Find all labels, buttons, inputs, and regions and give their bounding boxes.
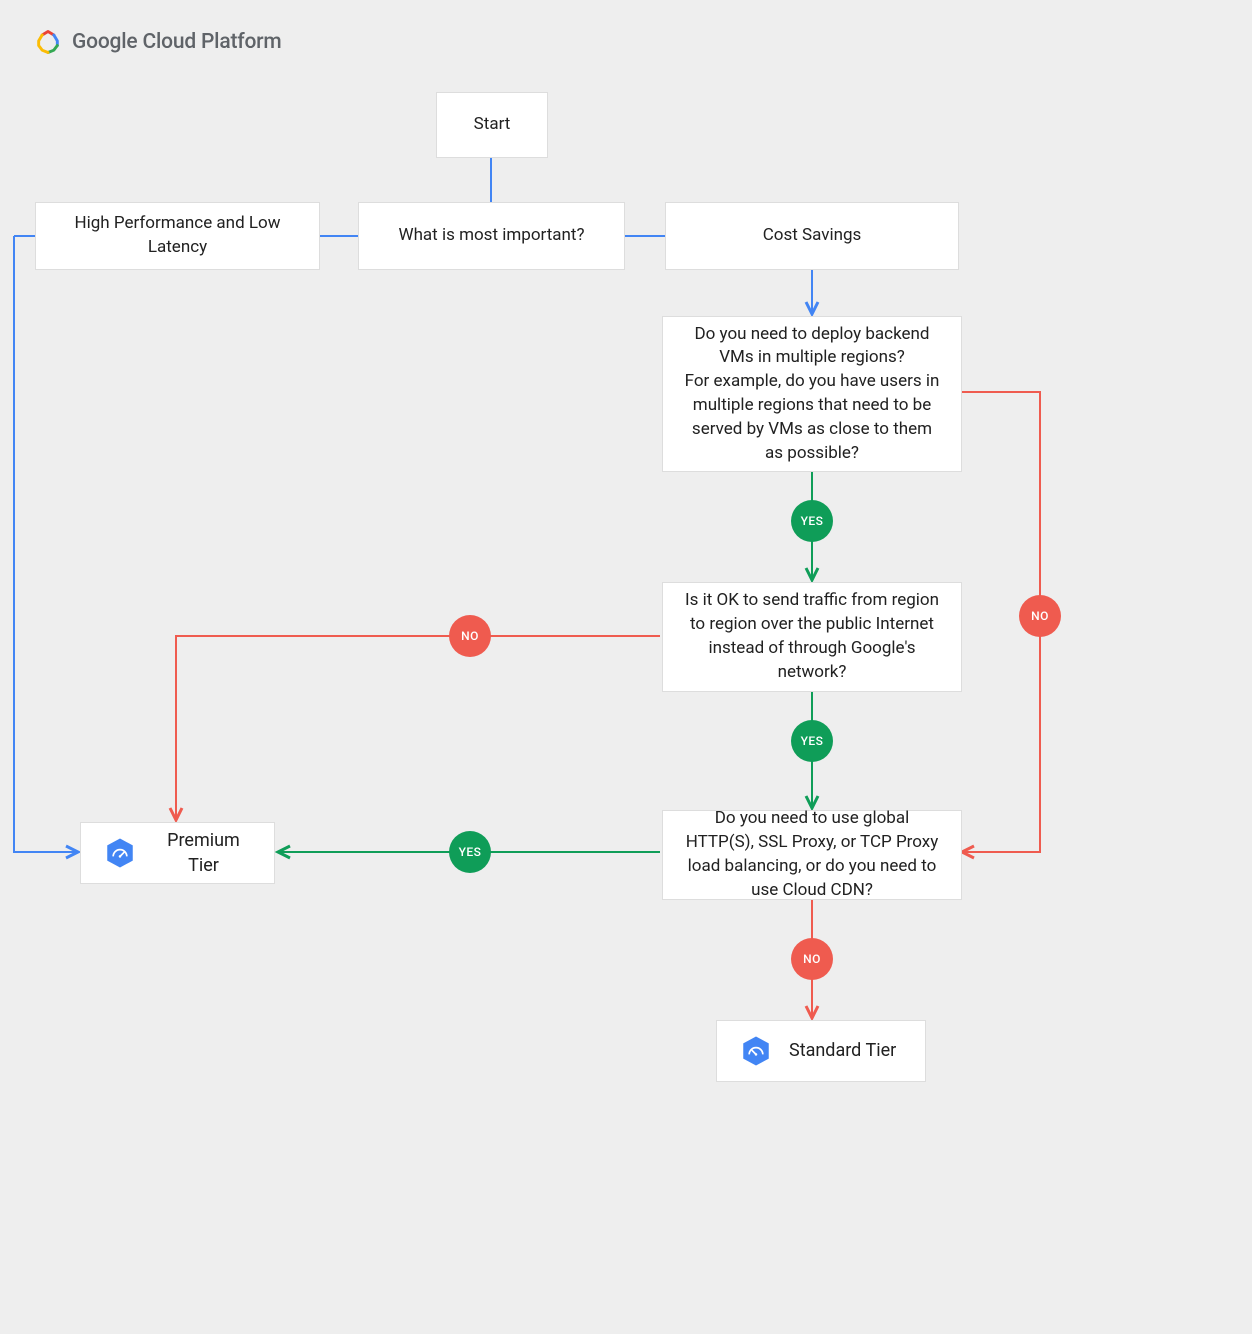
node-multi-region-label: Do you need to deploy backend VMs in mul…: [683, 323, 941, 466]
gcp-logo-icon: [34, 28, 62, 56]
node-standard-tier-label: Standard Tier: [789, 1038, 896, 1063]
brand-text: Google Cloud Platform: [72, 30, 281, 54]
node-standard-tier: Standard Tier: [716, 1020, 926, 1082]
node-question: What is most important?: [358, 202, 625, 270]
premium-tier-icon: [103, 836, 137, 870]
node-public-internet-question: Is it OK to send traffic from region to …: [662, 582, 962, 692]
node-multi-region-question: Do you need to deploy backend VMs in mul…: [662, 316, 962, 472]
badge-no-lb: NO: [791, 938, 833, 980]
node-high-performance: High Performance and Low Latency: [35, 202, 320, 270]
badge-no-regions: NO: [1019, 595, 1061, 637]
badge-no-public: NO: [449, 615, 491, 657]
node-global-lb-label: Do you need to use global HTTP(S), SSL P…: [683, 807, 941, 902]
node-public-internet-label: Is it OK to send traffic from region to …: [683, 589, 941, 684]
node-question-label: What is most important?: [398, 224, 584, 248]
node-start-label: Start: [474, 113, 511, 137]
node-global-lb-question: Do you need to use global HTTP(S), SSL P…: [662, 810, 962, 900]
connectors: [0, 0, 1252, 1334]
node-premium-tier-label: Premium Tier: [153, 828, 254, 878]
node-high-performance-label: High Performance and Low Latency: [56, 212, 299, 260]
node-cost-savings: Cost Savings: [665, 202, 959, 270]
node-start: Start: [436, 92, 548, 158]
badge-yes-lb: YES: [449, 831, 491, 873]
node-cost-savings-label: Cost Savings: [763, 224, 862, 248]
brand-logo: Google Cloud Platform: [34, 28, 281, 56]
badge-yes-public: YES: [791, 720, 833, 762]
node-premium-tier: Premium Tier: [80, 822, 275, 884]
badge-yes-regions: YES: [791, 500, 833, 542]
standard-tier-icon: [739, 1034, 773, 1068]
